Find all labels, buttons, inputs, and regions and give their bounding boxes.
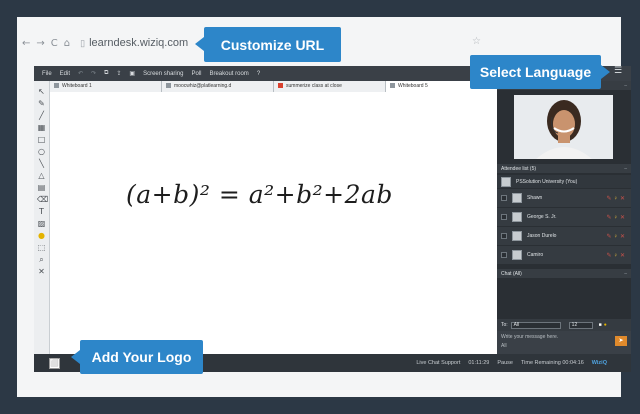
url-text: learndesk.wiziq.com <box>89 37 189 49</box>
color-swatch[interactable]: ■ <box>599 322 602 328</box>
page-icon: ▯ <box>80 37 86 48</box>
time-remaining: Time Remaining 00:04:16 <box>520 360 584 366</box>
attendee-permission-icons[interactable]: ✎♀✕ <box>606 214 627 221</box>
select-language-callout: Select Language <box>470 55 610 89</box>
url-field[interactable]: ▯ learndesk.wiziq.com <box>76 35 192 51</box>
tab-whiteboard-1[interactable]: Whiteboard 1 <box>50 81 162 92</box>
whiteboard-toolbar: ↖ ✎ ╱ ▦ □ ○ ╲ △ ▤ ⌫ T ▨ ● ⬚ ⌕ ✕ <box>34 81 50 372</box>
document-tabs: Whiteboard 1 moocwhiz@platlearning.d sum… <box>50 81 498 92</box>
add-logo-callout: Add Your Logo <box>71 340 203 374</box>
reload-icon[interactable]: C <box>51 38 58 49</box>
handwritten-formula: (a+b)² = a²+b²+2ab <box>126 180 393 209</box>
zoom-tool-icon[interactable]: ⌕ <box>37 255 46 264</box>
chat-header: Chat (All) – <box>497 269 631 278</box>
home-icon[interactable]: ⌂ <box>64 38 70 49</box>
minimize-icon[interactable]: – <box>624 166 627 172</box>
back-icon[interactable]: ← <box>22 38 30 49</box>
presenter-avatar <box>514 95 613 159</box>
help-icon[interactable]: ? <box>257 71 260 77</box>
forward-icon[interactable]: → <box>36 38 44 49</box>
grid-tool-icon[interactable]: ▦ <box>37 123 46 132</box>
tab-document[interactable]: moocwhiz@platlearning.d <box>162 81 274 92</box>
delete-tool-icon[interactable]: ✕ <box>37 267 46 276</box>
eraser-tool-icon[interactable]: ⌫ <box>37 195 48 204</box>
pointer-tool-icon[interactable]: ↖ <box>37 87 46 96</box>
attendee-list-header: Attendee list (5) – <box>497 164 631 173</box>
chat-placeholder: Write your message here. <box>501 334 559 340</box>
right-panel: – Attendee list (5) – PSSolution Universi… <box>497 81 631 354</box>
whiteboard-canvas[interactable]: (a+b)² = a²+b²+2ab <box>51 92 497 354</box>
whiteboard-icon <box>54 83 59 89</box>
minimize-icon[interactable]: – <box>624 83 627 89</box>
smiley-tool-icon[interactable]: ● <box>37 231 46 240</box>
tab-pdf[interactable]: summerize class at close <box>274 81 386 92</box>
attendee-checkbox[interactable] <box>501 252 507 258</box>
attendee-permission-icons[interactable]: ✎♀✕ <box>606 233 627 240</box>
chat-all-label: All <box>501 343 507 349</box>
chat-recipient-select[interactable]: All <box>510 321 561 329</box>
bookmark-star-icon[interactable]: ☆ <box>472 36 481 47</box>
select-tool-icon[interactable]: ⬚ <box>37 243 46 252</box>
session-timer: 01:11:29 <box>468 360 490 366</box>
triangle-tool-icon[interactable]: △ <box>37 171 46 180</box>
menu-screen-sharing[interactable]: Screen sharing <box>143 71 183 77</box>
live-chat-support-link[interactable]: Live Chat Support <box>416 360 460 366</box>
whiteboard-icon <box>390 83 395 89</box>
pause-button[interactable]: Pause <box>497 360 513 366</box>
attendee-row[interactable]: George S. Jr. ✎♀✕ <box>497 208 631 227</box>
menu-file[interactable]: File <box>42 71 52 77</box>
chat-input[interactable]: Write your message here. All ➤ <box>497 331 631 354</box>
undo-icon[interactable]: ↶ <box>78 70 83 77</box>
rectangle-tool-icon[interactable]: □ <box>37 135 46 144</box>
presenter-video <box>514 95 613 159</box>
attendee-checkbox[interactable] <box>501 195 507 201</box>
screen-icon[interactable]: ▣ <box>129 70 135 77</box>
wiziq-logo: WiziQ <box>591 360 607 366</box>
upload-icon[interactable]: ⇪ <box>116 70 121 77</box>
image-tool-icon[interactable]: ▨ <box>37 219 46 228</box>
pdf-icon <box>278 83 283 89</box>
chat-options: To: All 12 ■ ● <box>497 319 631 331</box>
menu-poll[interactable]: Poll <box>191 71 201 77</box>
line-tool-icon[interactable]: ╲ <box>37 159 46 168</box>
menu-hamburger-icon[interactable]: ☰ <box>614 66 622 76</box>
attendee-row[interactable]: Jason Durelo ✎♀✕ <box>497 227 631 246</box>
menu-edit[interactable]: Edit <box>60 71 70 77</box>
attendee-permission-icons[interactable]: ✎♀✕ <box>606 195 627 202</box>
attendee-row[interactable]: Shawn ✎♀✕ <box>497 189 631 208</box>
table-tool-icon[interactable]: ▤ <box>37 183 46 192</box>
attendee-row[interactable]: Camiro ✎♀✕ <box>497 246 631 265</box>
avatar <box>512 231 522 241</box>
redo-icon[interactable]: ↷ <box>91 70 96 77</box>
emoji-icon[interactable]: ● <box>604 322 607 328</box>
copy-icon[interactable]: ⧉ <box>104 70 108 77</box>
chat-messages <box>497 280 631 318</box>
text-tool-icon[interactable]: T <box>37 207 46 216</box>
attendee-list: Shawn ✎♀✕ George S. Jr. ✎♀✕ Jason Durelo ✎♀… <box>497 189 631 265</box>
avatar <box>512 250 522 260</box>
document-icon <box>166 83 171 89</box>
avatar <box>512 212 522 222</box>
logo-placeholder[interactable]: ⬜ <box>49 358 60 369</box>
minimize-icon[interactable]: – <box>624 271 627 277</box>
avatar <box>512 193 522 203</box>
pen-tool-icon[interactable]: ✎ <box>37 99 46 108</box>
menu-breakout-room[interactable]: Breakout room <box>209 71 248 77</box>
attendee-checkbox[interactable] <box>501 214 507 220</box>
attendee-permission-icons[interactable]: ✎♀✕ <box>606 252 627 259</box>
font-size-select[interactable]: 12 <box>568 321 593 329</box>
circle-tool-icon[interactable]: ○ <box>37 147 46 156</box>
attendee-checkbox[interactable] <box>501 233 507 239</box>
avatar <box>501 176 511 187</box>
highlighter-tool-icon[interactable]: ╱ <box>37 111 46 120</box>
customize-url-callout: Customize URL <box>195 27 341 62</box>
send-button[interactable]: ➤ <box>615 336 627 346</box>
attendee-owner: PSSolution University (You) <box>497 175 631 188</box>
